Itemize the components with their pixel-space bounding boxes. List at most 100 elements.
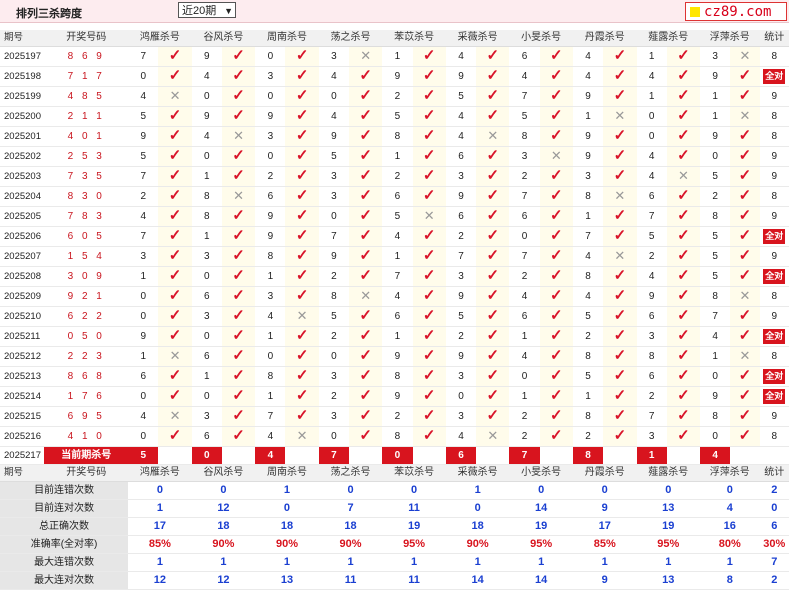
kill-value: 7 (636, 406, 667, 427)
kill-value: 4 (572, 46, 604, 67)
check-mark-icon: ✓ (232, 147, 245, 164)
result-mark: ✓ (158, 206, 192, 227)
current-blank (476, 446, 510, 465)
kill-value: 9 (255, 206, 286, 227)
period-cell: 2025208 (0, 266, 45, 287)
check-mark-icon: ✓ (422, 327, 436, 344)
count-cell: 9 (759, 86, 789, 107)
result-mark: ✓ (412, 126, 446, 147)
stats-value: 19 (636, 517, 701, 536)
kill-value: 1 (128, 346, 159, 367)
check-mark-icon: ✓ (168, 427, 182, 444)
check-mark-icon: ✓ (168, 47, 182, 64)
result-mark: ✓ (221, 106, 256, 127)
check-mark-icon: ✓ (486, 147, 500, 164)
check-mark-icon: ✓ (232, 287, 245, 304)
result-mark: ✕ (730, 346, 760, 367)
header-method: 谷风杀号 (191, 30, 256, 47)
kill-value: 7 (128, 166, 159, 187)
stats-value: 17 (128, 517, 192, 536)
stats-row: 准确率(全对率) 85% 90% 90% 90% 95% 90% 95% 85% 95% 80% 30… (0, 535, 789, 554)
check-mark-icon: ✓ (677, 247, 690, 264)
result-mark: ✓ (221, 406, 256, 427)
kill-value: 6 (509, 206, 540, 227)
kill-value: 9 (382, 66, 413, 87)
check-mark-icon: ✓ (486, 187, 500, 204)
period-cell: 2025210 (0, 306, 45, 327)
table-row: 2025212 2 2 3 1 ✕ 6 ✓ 0 ✓ 0 ✓ 9 ✓ 9 ✓ 4 ✓ 8 ✓ 8 ✓ 1 ✕ 8 (0, 346, 789, 367)
kill-value: 2 (445, 326, 477, 347)
result-mark: ✓ (730, 146, 760, 167)
kill-value: 5 (382, 106, 413, 127)
cross-mark-icon: ✕ (487, 128, 499, 143)
result-mark: ✓ (349, 306, 383, 327)
period-select[interactable]: 近20期 ▼ (178, 2, 236, 18)
stats-value: 11 (382, 499, 446, 518)
stats-row: 目前连错次数 0 0 1 0 0 1 0 0 0 0 2 (0, 481, 789, 500)
stats-value: 90% (191, 535, 256, 554)
stats-value: 8 (700, 571, 760, 590)
result-mark: ✓ (221, 166, 256, 187)
count-cell: 全对 (759, 366, 789, 387)
count-cell: 9 (759, 146, 789, 167)
check-mark-icon: ✓ (422, 67, 436, 84)
check-mark-icon: ✓ (677, 107, 690, 124)
period-cell: 2025217 (0, 446, 45, 465)
kill-value: 1 (382, 146, 413, 167)
result-mark: ✓ (349, 326, 383, 347)
header-method: 薤露杀号 (636, 30, 701, 47)
result-mark: ✓ (539, 346, 573, 367)
current-kill-value: 5 (128, 446, 159, 465)
kill-value: 5 (700, 246, 731, 267)
check-mark-icon: ✓ (738, 367, 752, 384)
count-cell: 8 (759, 426, 789, 447)
kill-value: 9 (445, 346, 477, 367)
kill-value: 2 (382, 86, 413, 107)
stats-value: 16 (700, 517, 760, 536)
site-logo[interactable]: cz89.com (685, 2, 787, 21)
stats-value: 14 (445, 571, 510, 590)
check-mark-icon: ✓ (295, 67, 309, 84)
check-mark-icon: ✓ (295, 107, 309, 124)
check-mark-icon: ✓ (295, 227, 309, 244)
kill-value: 7 (509, 186, 540, 207)
check-mark-icon: ✓ (550, 387, 563, 404)
check-mark-icon: ✓ (359, 147, 372, 164)
stats-value: 19 (382, 517, 446, 536)
check-mark-icon: ✓ (295, 207, 309, 224)
result-mark: ✓ (285, 86, 319, 107)
kill-value: 2 (382, 166, 413, 187)
draw-number: 6 9 5 (44, 406, 129, 427)
check-mark-icon: ✓ (422, 87, 436, 104)
draw-number: 2 5 3 (44, 146, 129, 167)
header-method: 苯苡杀号 (382, 30, 446, 47)
kill-value: 1 (191, 166, 222, 187)
result-mark: ✓ (476, 386, 510, 407)
check-mark-icon: ✓ (486, 167, 500, 184)
check-mark-icon: ✓ (168, 147, 182, 164)
check-mark-icon: ✓ (486, 87, 500, 104)
result-mark: ✓ (666, 86, 701, 107)
check-mark-icon: ✓ (168, 327, 182, 344)
stats-label: 最大连对次数 (0, 571, 129, 590)
kill-value: 9 (191, 46, 222, 67)
table-row: 2025213 8 6 8 6 ✓ 1 ✓ 8 ✓ 3 ✓ 8 ✓ 3 ✓ 0 ✓ 5 ✓ 6 ✓ 0 ✓ 全对 (0, 366, 789, 387)
check-mark-icon: ✓ (486, 327, 500, 344)
stats-value: 1 (382, 553, 446, 572)
table-row: 2025201 4 0 1 9 ✓ 4 ✕ 3 ✓ 9 ✓ 8 ✓ 4 ✕ 8 ✓ 9 ✓ 0 ✓ 9 ✓ 8 (0, 126, 789, 147)
period-cell: 2025211 (0, 326, 45, 347)
kill-value: 6 (509, 46, 540, 67)
check-mark-icon: ✓ (486, 307, 500, 324)
count-value: 9 (771, 91, 778, 102)
result-mark: ✕ (158, 346, 192, 367)
kill-value: 5 (700, 226, 731, 247)
check-mark-icon: ✓ (738, 407, 752, 424)
check-mark-icon: ✓ (738, 327, 752, 344)
kill-value: 0 (191, 146, 222, 167)
cross-mark-icon: ✕ (296, 428, 308, 443)
stats-label: 总正确次数 (0, 517, 129, 536)
result-mark: ✓ (221, 286, 256, 307)
result-mark: ✕ (539, 146, 573, 167)
result-mark: ✓ (158, 186, 192, 207)
kill-value: 8 (636, 346, 667, 367)
